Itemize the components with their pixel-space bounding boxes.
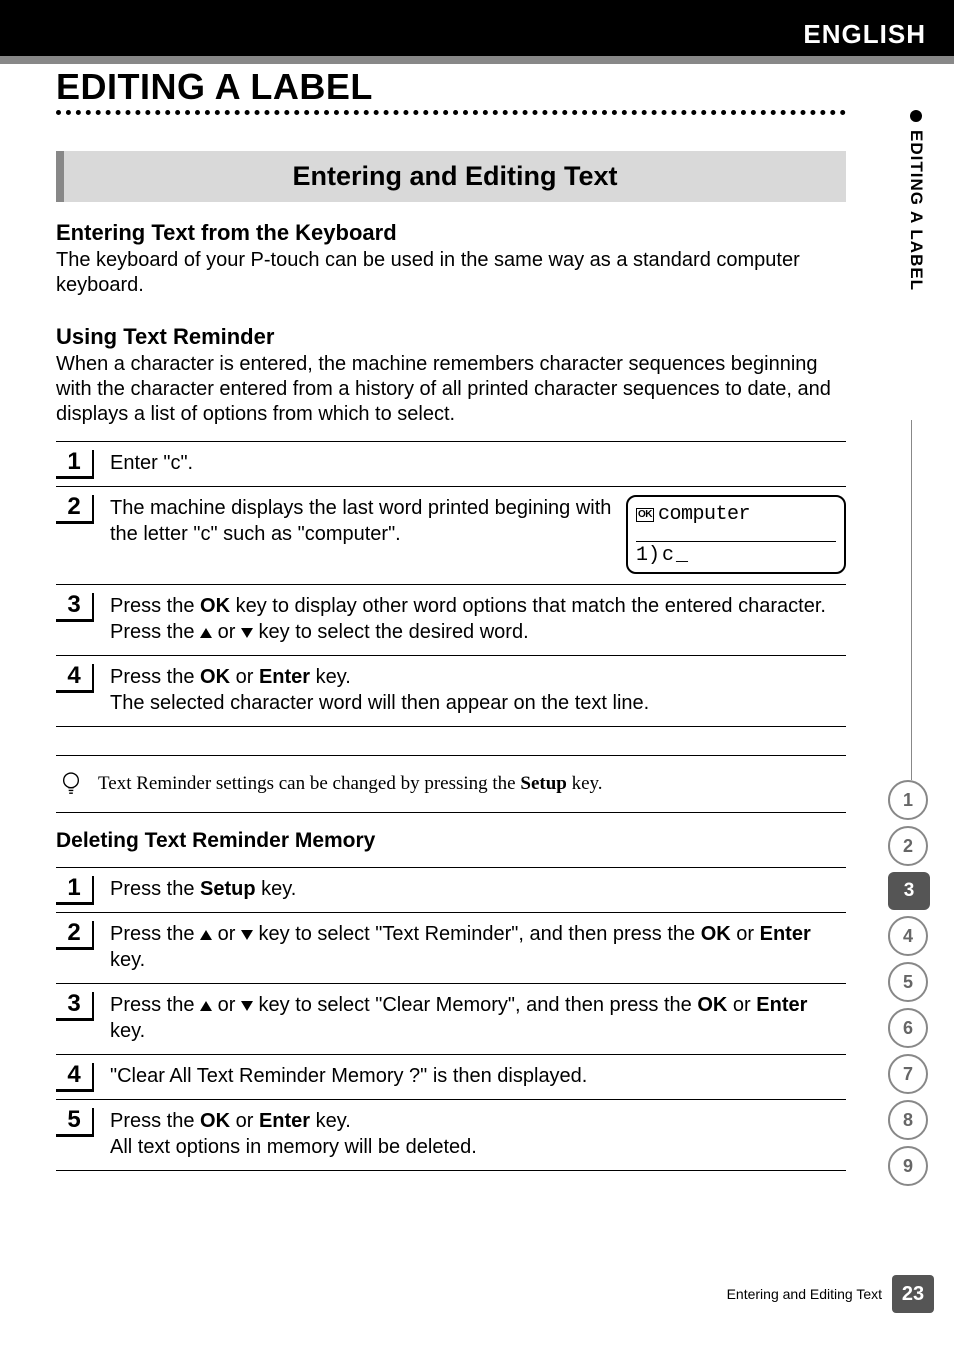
side-tab-label: EDITING A LABEL <box>906 130 926 291</box>
step-number: 5 <box>56 1108 94 1137</box>
lcd-line-prefix: 1) <box>636 544 660 568</box>
cursor-icon: _ <box>676 544 688 568</box>
step-number: 2 <box>56 495 94 524</box>
step-number: 4 <box>56 1063 94 1092</box>
step-body: Press the or key to select "Clear Memory… <box>94 992 846 1044</box>
step-a2: 2 The machine displays the last word pri… <box>56 487 846 585</box>
step-b1: 1 Press the Setup key. <box>56 867 846 913</box>
header-subbar <box>0 56 954 64</box>
chapter-title: EDITING A LABEL <box>56 66 846 108</box>
step-b2: 2 Press the or key to select "Text Remin… <box>56 913 846 984</box>
page-number: 23 <box>892 1275 934 1313</box>
step-b3: 3 Press the or key to select "Clear Memo… <box>56 984 846 1055</box>
index-6[interactable]: 6 <box>888 1008 928 1048</box>
para-entering-keyboard: The keyboard of your P-touch can be used… <box>56 248 846 298</box>
step-a1: 1 Enter "c". <box>56 441 846 487</box>
down-arrow-icon <box>241 930 253 940</box>
lightbulb-icon <box>60 770 82 798</box>
section-banner: Entering and Editing Text <box>56 151 846 202</box>
header-bar: ENGLISH <box>0 0 954 56</box>
down-arrow-icon <box>241 1001 253 1011</box>
side-tab-dot-icon <box>910 110 922 122</box>
index-connector-line <box>911 420 912 780</box>
lcd-char: c <box>662 544 674 568</box>
index-5[interactable]: 5 <box>888 962 928 1002</box>
index-3-active[interactable]: 3 <box>888 872 930 910</box>
step-number: 1 <box>56 876 94 905</box>
language-label: ENGLISH <box>803 19 926 50</box>
step-number: 3 <box>56 992 94 1021</box>
index-4[interactable]: 4 <box>888 916 928 956</box>
step-body: Press the Setup key. <box>94 876 846 902</box>
footer: Entering and Editing Text 23 <box>727 1275 934 1313</box>
main-content: EDITING A LABEL Entering and Editing Tex… <box>56 66 846 1171</box>
step-number: 1 <box>56 450 94 479</box>
step-body: Press the OK key to display other word o… <box>94 593 846 645</box>
chapter-index: 1 2 3 4 5 6 7 8 9 <box>888 780 934 1192</box>
heading-delete-memory: Deleting Text Reminder Memory <box>56 829 846 853</box>
steps-b: 1 Press the Setup key. 2 Press the or ke… <box>56 867 846 1171</box>
step-b4: 4 "Clear All Text Reminder Memory ?" is … <box>56 1055 846 1100</box>
step-number: 4 <box>56 664 94 693</box>
step-a4: 4 Press the OK or Enter key. The selecte… <box>56 656 846 727</box>
step-body: Press the OK or Enter key. All text opti… <box>94 1108 846 1160</box>
up-arrow-icon <box>200 628 212 638</box>
step-body: Enter "c". <box>94 450 846 476</box>
index-1[interactable]: 1 <box>888 780 928 820</box>
lcd-preview: OK computer 1) c_ <box>626 495 846 574</box>
index-9[interactable]: 9 <box>888 1146 928 1186</box>
heading-text-reminder: Using Text Reminder <box>56 324 846 350</box>
step-number: 2 <box>56 921 94 950</box>
para-text-reminder: When a character is entered, the machine… <box>56 352 846 427</box>
side-tab: EDITING A LABEL <box>906 110 926 291</box>
step-a2-text: The machine displays the last word print… <box>110 495 612 547</box>
step-a3: 3 Press the OK key to display other word… <box>56 585 846 656</box>
step-body: Press the OK or Enter key. The selected … <box>94 664 846 716</box>
heading-entering-keyboard: Entering Text from the Keyboard <box>56 220 846 246</box>
down-arrow-icon <box>241 628 253 638</box>
index-7[interactable]: 7 <box>888 1054 928 1094</box>
index-2[interactable]: 2 <box>888 826 928 866</box>
step-body: "Clear All Text Reminder Memory ?" is th… <box>94 1063 846 1089</box>
ok-icon: OK <box>636 508 654 522</box>
lcd-word: computer <box>658 503 750 527</box>
step-number: 3 <box>56 593 94 622</box>
note-box: Text Reminder settings can be changed by… <box>56 755 846 813</box>
dotted-rule <box>56 110 846 115</box>
step-body: The machine displays the last word print… <box>94 495 846 574</box>
step-body: Press the or key to select "Text Reminde… <box>94 921 846 973</box>
up-arrow-icon <box>200 930 212 940</box>
index-8[interactable]: 8 <box>888 1100 928 1140</box>
up-arrow-icon <box>200 1001 212 1011</box>
step-b5: 5 Press the OK or Enter key. All text op… <box>56 1100 846 1171</box>
footer-text: Entering and Editing Text <box>727 1286 882 1302</box>
page: ENGLISH EDITING A LABEL 1 2 3 4 5 6 7 8 … <box>0 0 954 1357</box>
steps-a: 1 Enter "c". 2 The machine displays the … <box>56 441 846 727</box>
